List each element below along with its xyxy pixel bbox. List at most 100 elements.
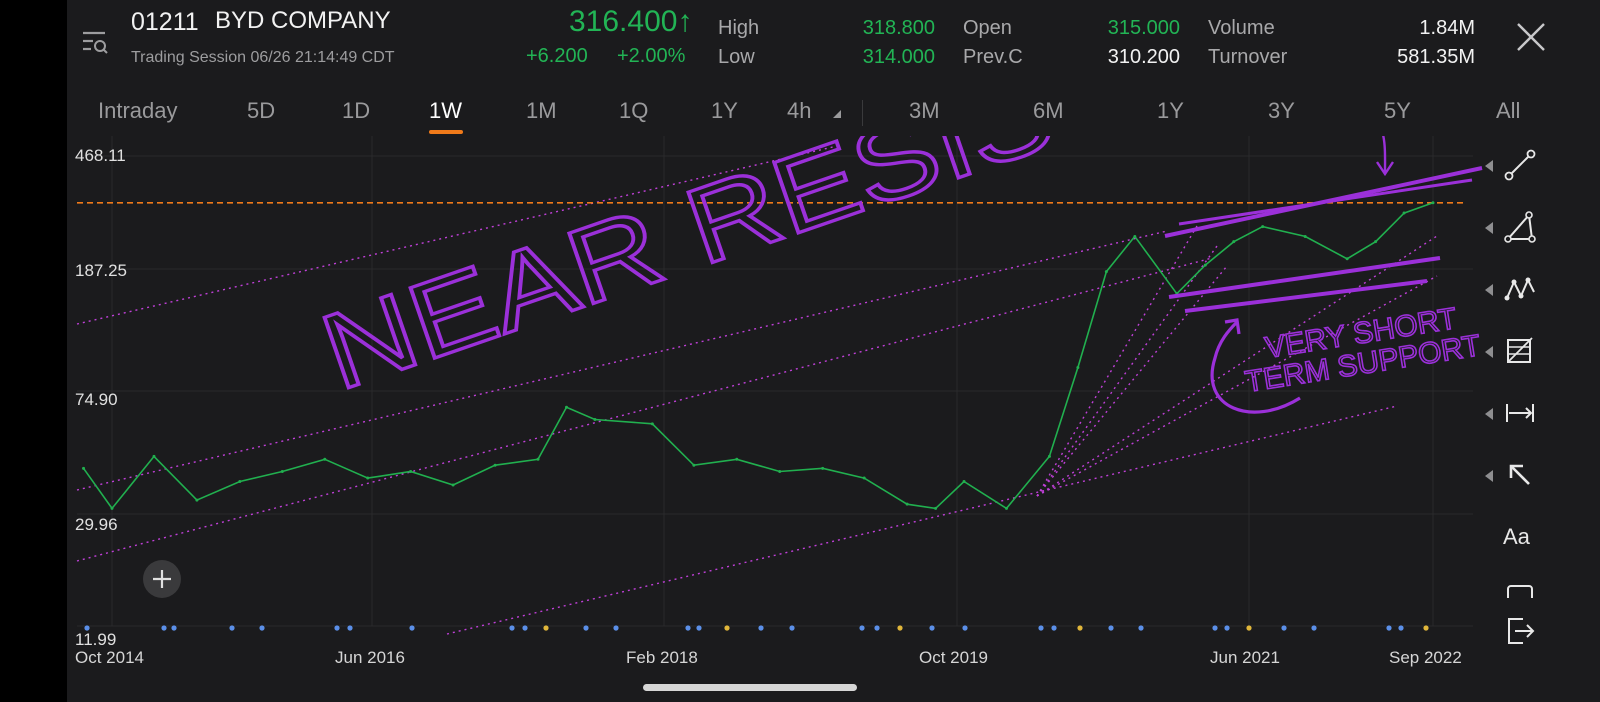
high-value: 318.800 xyxy=(862,17,935,39)
triangle-tool-icon xyxy=(1504,211,1536,243)
price-value: 316.400 xyxy=(569,5,678,38)
active-tab-indicator xyxy=(429,130,463,134)
data-point xyxy=(962,479,966,483)
data-point xyxy=(536,457,540,461)
y-tick-label: 468.11 xyxy=(75,146,126,165)
tab-4h[interactable]: 4h xyxy=(787,98,811,124)
menu-search-icon[interactable] xyxy=(81,28,109,56)
x-tick-label: Feb 2018 xyxy=(626,648,698,667)
event-dot xyxy=(1246,625,1252,631)
event-dot xyxy=(347,625,353,631)
data-point xyxy=(280,469,284,473)
price-change-pct: +2.00% xyxy=(617,45,686,67)
trend-line-tool[interactable] xyxy=(1485,144,1565,188)
plus-icon xyxy=(153,570,171,588)
triangle-tool[interactable] xyxy=(1485,206,1565,250)
rectangle-tool[interactable] xyxy=(1485,576,1565,598)
price-up-icon: ↑ xyxy=(677,5,693,38)
event-dot xyxy=(1051,625,1057,631)
tool-expand-icon xyxy=(1485,284,1493,296)
event-dot xyxy=(929,625,935,631)
price-change: +6.200 xyxy=(526,45,588,67)
data-point xyxy=(152,454,156,458)
tab-1w[interactable]: 1W xyxy=(429,98,462,124)
pattern-tool[interactable] xyxy=(1485,268,1565,312)
low-label: Low xyxy=(718,46,755,68)
event-dot xyxy=(334,625,340,631)
period-tabs: Intraday 5D 1D 1W 1M 1Q 1Y 4h 3M 6M 1Y 3… xyxy=(67,90,1600,136)
tool-expand-icon xyxy=(1485,222,1493,234)
data-point xyxy=(1005,506,1009,510)
fibonacci-tool-icon xyxy=(1507,337,1533,363)
y-tick-label: 74.90 xyxy=(75,390,118,409)
data-point xyxy=(1076,365,1080,369)
text-tool-icon: Aa xyxy=(1503,524,1530,549)
chart-screen: 01211 BYD COMPANY Trading Session 06/26 … xyxy=(67,0,1600,702)
x-tick-label: Sep 2022 xyxy=(1389,648,1462,667)
tab-1y[interactable]: 1Y xyxy=(711,98,738,124)
measure-tool[interactable] xyxy=(1485,392,1565,436)
quote-header: 01211 BYD COMPANY Trading Session 06/26 … xyxy=(67,0,1600,84)
data-point xyxy=(323,457,327,461)
data-point xyxy=(821,466,825,470)
event-dot xyxy=(613,625,619,631)
stock-code: 01211 xyxy=(131,8,199,36)
data-point xyxy=(366,476,370,480)
data-point xyxy=(692,463,696,467)
data-point xyxy=(905,502,909,506)
fan-line xyxy=(1036,275,1438,497)
data-point xyxy=(1345,257,1349,261)
event-dot xyxy=(1224,625,1230,631)
turnover-value: 581.35M xyxy=(1397,46,1475,68)
last-price: 316.400↑ xyxy=(569,5,692,39)
event-dot xyxy=(1108,625,1114,631)
event-dot xyxy=(874,625,880,631)
tab-1m[interactable]: 1M xyxy=(526,98,557,124)
tab-1d[interactable]: 1D xyxy=(342,98,370,124)
x-tick-label: Oct 2019 xyxy=(919,648,988,667)
trading-session: Trading Session 06/26 21:14:49 CDT xyxy=(131,49,395,66)
data-point xyxy=(451,483,455,487)
arrow-tool-icon xyxy=(1509,464,1530,485)
add-indicator-button[interactable] xyxy=(143,560,181,598)
tab-intraday[interactable]: Intraday xyxy=(98,98,178,124)
tab-3y[interactable]: 3Y xyxy=(1268,98,1295,124)
y-tick-label: 187.25 xyxy=(75,261,127,280)
support-marker-line xyxy=(1184,279,1428,313)
text-tool[interactable]: Aa xyxy=(1485,516,1565,560)
fibonacci-tool[interactable] xyxy=(1485,330,1565,374)
data-point xyxy=(1133,234,1137,238)
tab-1q[interactable]: 1Q xyxy=(619,98,648,124)
tab-3m[interactable]: 3M xyxy=(909,98,940,124)
event-dot xyxy=(543,625,549,631)
event-dot xyxy=(1077,625,1083,631)
high-label: High xyxy=(718,17,760,39)
event-dot xyxy=(789,625,795,631)
data-point xyxy=(934,506,938,510)
low-value: 314.000 xyxy=(862,46,935,68)
tab-all[interactable]: All xyxy=(1496,98,1520,124)
tab-1y-long[interactable]: 1Y xyxy=(1157,98,1184,124)
prevc-label: Prev.C xyxy=(963,46,1023,68)
exit-button[interactable] xyxy=(1485,610,1565,654)
data-point xyxy=(1431,201,1435,205)
event-dot xyxy=(409,625,415,631)
arrow-tool[interactable] xyxy=(1485,454,1565,498)
data-point xyxy=(82,466,86,470)
event-dot xyxy=(161,625,167,631)
event-dot xyxy=(897,625,903,631)
price-chart[interactable]: NEAR RESISTANCE VERY SHORT TERM SUPPORT xyxy=(67,136,1485,676)
data-point xyxy=(195,498,199,502)
tab-6m[interactable]: 6M xyxy=(1033,98,1064,124)
tab-5y[interactable]: 5Y xyxy=(1384,98,1411,124)
event-dot xyxy=(758,625,764,631)
support-marker-line xyxy=(1168,256,1441,299)
x-tick-label: Jun 2021 xyxy=(1210,648,1280,667)
tab-5d[interactable]: 5D xyxy=(247,98,275,124)
dropdown-corner-icon xyxy=(833,110,841,118)
event-dot xyxy=(583,625,589,631)
x-tick-label: Oct 2014 xyxy=(75,648,144,667)
tool-expand-icon xyxy=(1485,408,1493,420)
x-tick-label: Jun 2016 xyxy=(335,648,405,667)
close-icon[interactable] xyxy=(1514,20,1548,54)
